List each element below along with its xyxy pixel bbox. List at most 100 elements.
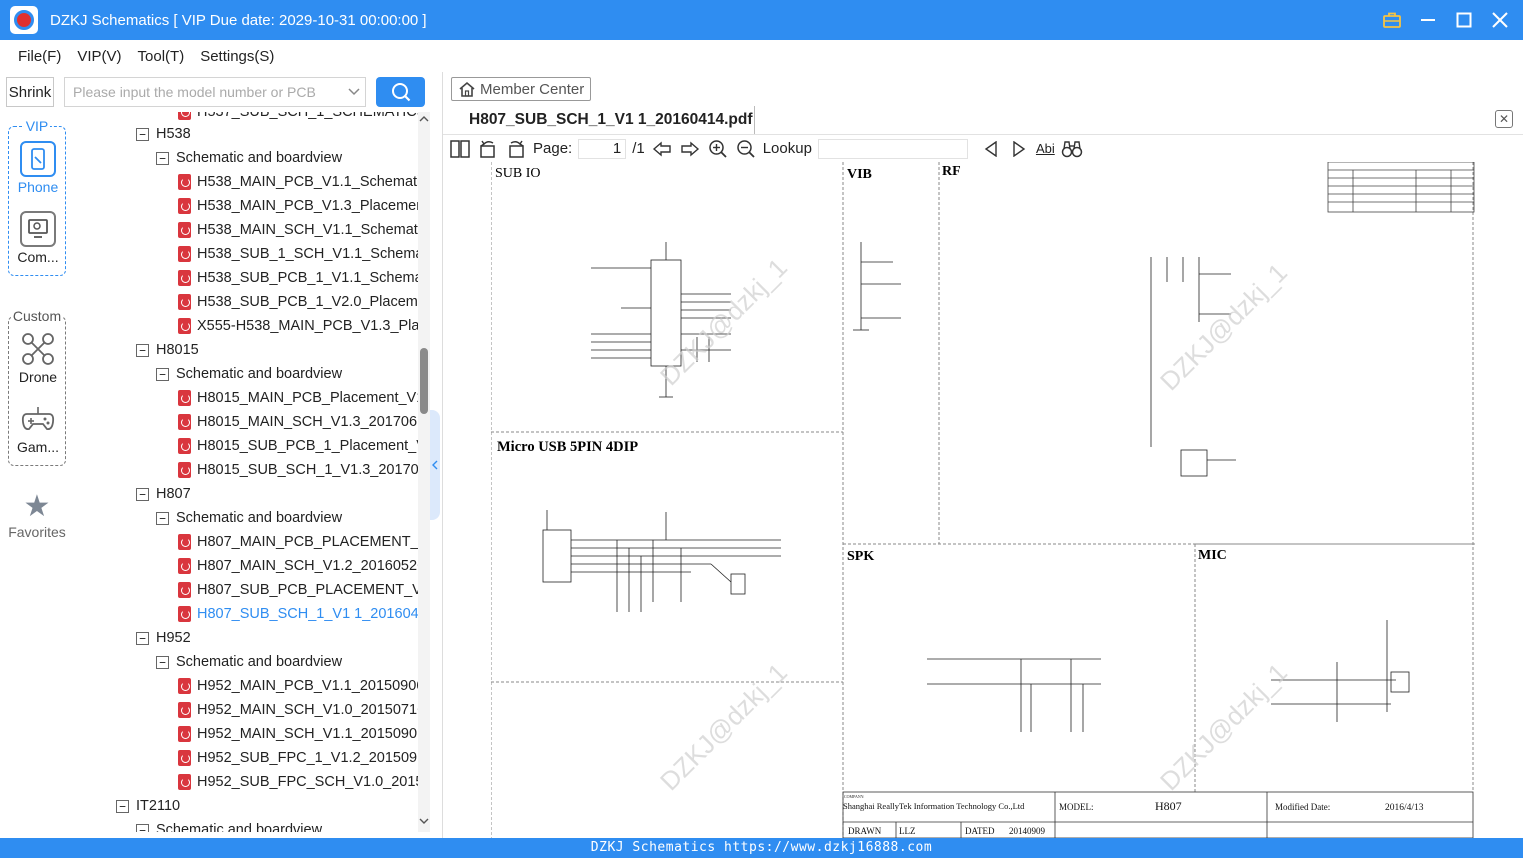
- collapse-toggle-icon[interactable]: −: [136, 487, 149, 501]
- tree-file-item[interactable]: H538_SUB_PCB_1_V1.1_Schematic: [178, 266, 418, 290]
- tree-row-label: Schematic and boardview: [176, 654, 343, 670]
- rail-item-drone[interactable]: Drone: [9, 331, 67, 385]
- schematic-sheet[interactable]: SUB IO VIB RF Micro USB 5PIN 4DIP SPK MI…: [491, 162, 1475, 838]
- document-tab[interactable]: H807_SUB_SCH_1_V1 1_20160414.pdf: [455, 106, 755, 134]
- tree-folder-item[interactable]: − Schematic and boardview: [136, 818, 322, 832]
- match-case-button[interactable]: Abi: [1036, 141, 1055, 156]
- next-page-icon[interactable]: [679, 138, 701, 160]
- search-input[interactable]: [65, 78, 343, 106]
- tree-file-item[interactable]: H8015_SUB_PCB_1_Placement_V1: [178, 434, 418, 458]
- tree-row-partial[interactable]: H537_SUB_SCH_1_SCHEMATICSV...: [178, 112, 418, 124]
- tree-folder-item[interactable]: − H538: [136, 122, 191, 146]
- tree-folder-item[interactable]: − H952: [136, 626, 191, 650]
- page-total: /1: [632, 140, 645, 157]
- search-icon: [391, 83, 410, 102]
- tree-file-item[interactable]: H8015_SUB_SCH_1_V1.3_20170613: [178, 458, 418, 482]
- tree-file-item[interactable]: H538_MAIN_PCB_V1.1_Schematic: [178, 170, 418, 194]
- collapse-toggle-icon[interactable]: −: [156, 655, 169, 669]
- tree-row-label: H8015: [156, 342, 199, 358]
- chevron-down-icon[interactable]: [343, 85, 365, 99]
- tree-file-item[interactable]: H538_SUB_1_SCH_V1.1_Schematic: [178, 242, 418, 266]
- tree-file-item[interactable]: H8015_MAIN_SCH_V1.3_20170613: [178, 410, 418, 434]
- scroll-down-icon[interactable]: [418, 817, 430, 828]
- collapse-toggle-icon[interactable]: −: [156, 151, 169, 165]
- find-next-icon[interactable]: [1008, 138, 1030, 160]
- tree-file-item[interactable]: H8015_MAIN_PCB_Placement_V1.: [178, 386, 418, 410]
- tree-row-label: H8015_MAIN_SCH_V1.3_20170613: [197, 414, 418, 430]
- zoom-out-icon[interactable]: [735, 138, 757, 160]
- pdf-file-icon: [178, 702, 191, 718]
- zoom-in-icon[interactable]: [707, 138, 729, 160]
- tree-row-label: H807_SUB_SCH_1_V1 1_20160414.: [197, 606, 418, 622]
- rail-label-game: Gam...: [16, 439, 59, 455]
- collapse-toggle-icon[interactable]: −: [156, 367, 169, 381]
- tree-folder-item[interactable]: − Schematic and boardview: [156, 650, 342, 674]
- tree-file-item[interactable]: H807_MAIN_SCH_V1.2_20160526.p: [178, 554, 418, 578]
- tree-scroll-thumb[interactable]: [420, 348, 428, 414]
- binoculars-icon[interactable]: [1061, 138, 1083, 160]
- collapse-toggle-icon[interactable]: −: [136, 823, 149, 832]
- tree-file-item[interactable]: H807_SUB_PCB_PLACEMENT_V1.0: [178, 578, 418, 602]
- tree-row-label: IT2110: [136, 798, 181, 814]
- tree-file-item[interactable]: H807_MAIN_PCB_PLACEMENT_V1: [178, 530, 418, 554]
- page-number-input[interactable]: 1: [578, 138, 627, 159]
- tree-file-item[interactable]: H952_SUB_FPC_SCH_V1.0_201507: [178, 770, 418, 794]
- collapse-toggle-icon[interactable]: −: [136, 631, 149, 645]
- collapse-toggle-icon[interactable]: −: [116, 799, 129, 813]
- tree-file-item[interactable]: X555-H538_MAIN_PCB_V1.3_Place: [178, 314, 418, 338]
- tree-file-item[interactable]: H952_MAIN_PCB_V1.1_20150906_: [178, 674, 418, 698]
- pdf-file-icon: [178, 438, 191, 454]
- rotate-left-icon[interactable]: [477, 138, 499, 160]
- tree-file-item[interactable]: H952_MAIN_SCH_V1.1_20150901.p: [178, 722, 418, 746]
- close-document-icon[interactable]: ✕: [1495, 110, 1513, 128]
- tree-file-item[interactable]: H538_MAIN_PCB_V1.3_Placement: [178, 194, 418, 218]
- maximize-icon[interactable]: [1453, 9, 1475, 31]
- search-button[interactable]: [376, 77, 425, 107]
- drawn-label: DRAWN: [848, 826, 882, 836]
- menu-settings[interactable]: Settings(S): [200, 48, 274, 65]
- tree-folder-item[interactable]: − H807: [136, 482, 191, 506]
- tree-folder-item[interactable]: − Schematic and boardview: [156, 362, 342, 386]
- collapse-panel-handle[interactable]: [430, 410, 440, 520]
- prev-page-icon[interactable]: [651, 138, 673, 160]
- tree-row-label: H952_MAIN_PCB_V1.1_20150906_: [197, 678, 418, 694]
- menu-vip[interactable]: VIP(V): [77, 48, 121, 65]
- scroll-up-icon[interactable]: [418, 114, 430, 125]
- tree-folder-item[interactable]: − IT2110: [116, 794, 180, 818]
- minimize-icon[interactable]: [1417, 9, 1439, 31]
- two-page-icon[interactable]: [449, 138, 471, 160]
- tree-row-label: H807_MAIN_PCB_PLACEMENT_V1: [197, 534, 418, 550]
- pdf-file-icon: [178, 318, 191, 334]
- tree-folder-item[interactable]: − Schematic and boardview: [156, 146, 342, 170]
- find-prev-icon[interactable]: [980, 138, 1002, 160]
- vip-icon[interactable]: [1381, 9, 1403, 31]
- rail-item-game[interactable]: Gam...: [9, 401, 67, 455]
- rotate-right-icon[interactable]: [505, 138, 527, 160]
- favorites-button[interactable]: ★ Favorites: [0, 490, 74, 540]
- section-title-vib: VIB: [847, 167, 872, 182]
- shrink-button[interactable]: Shrink: [6, 77, 54, 107]
- pdf-page-area[interactable]: SUB IO VIB RF Micro USB 5PIN 4DIP SPK MI…: [443, 162, 1523, 838]
- tree-row-label: H807: [156, 486, 191, 502]
- tree-folder-item[interactable]: − H8015: [136, 338, 199, 362]
- rail-item-computer[interactable]: Com...: [9, 211, 67, 265]
- category-rail: VIP Phone Com... Custom Drone Gam... ★ F…: [0, 110, 74, 838]
- tree-file-item[interactable]: H538_SUB_PCB_1_V2.0_Placement: [178, 290, 418, 314]
- tree-scrollbar[interactable]: [418, 112, 430, 832]
- tree-file-item[interactable]: H807_SUB_SCH_1_V1 1_20160414.: [178, 602, 418, 626]
- collapse-toggle-icon[interactable]: −: [136, 343, 149, 357]
- tree-file-item[interactable]: H952_SUB_FPC_1_V1.2_20150916_: [178, 746, 418, 770]
- tree-folder-item[interactable]: − Schematic and boardview: [156, 506, 342, 530]
- close-icon[interactable]: [1489, 9, 1511, 31]
- rail-item-phone[interactable]: Phone: [9, 141, 67, 195]
- tree-file-item[interactable]: H538_MAIN_SCH_V1.1_Schematic: [178, 218, 418, 242]
- member-center-button[interactable]: Member Center: [451, 77, 592, 101]
- section-title-mic: MIC: [1198, 548, 1227, 563]
- menu-file[interactable]: File(F): [18, 48, 61, 65]
- collapse-toggle-icon[interactable]: −: [156, 511, 169, 525]
- collapse-toggle-icon[interactable]: −: [136, 127, 149, 141]
- menu-tool[interactable]: Tool(T): [138, 48, 185, 65]
- tree-file-item[interactable]: H952_MAIN_SCH_V1.0_20150716.p: [178, 698, 418, 722]
- lookup-input[interactable]: [817, 138, 968, 159]
- mic-circuit: [1271, 620, 1410, 722]
